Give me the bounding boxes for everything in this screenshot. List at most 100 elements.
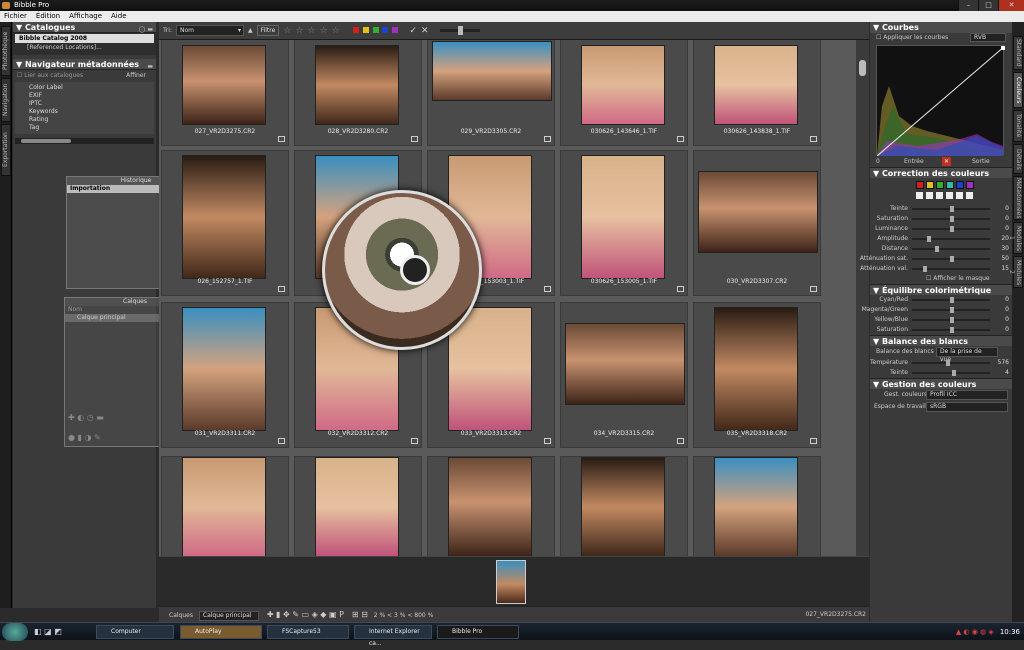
layer-tools[interactable]: ✚ ◐ ◷ ▬ — [68, 413, 104, 422]
slider-knob[interactable] — [950, 317, 954, 323]
menu-help[interactable]: Aide — [111, 11, 126, 22]
layer-actions[interactable]: ● ▮ ◑ ✎ — [68, 433, 101, 442]
minimize-button[interactable]: – — [958, 0, 978, 11]
thumbnail-edit-icon[interactable] — [677, 136, 684, 142]
thumbnail-cell[interactable]: 028_VR2D3280.CR2 — [294, 40, 422, 146]
color-management-header[interactable]: ▼ Gestion des couleurs — [870, 378, 1012, 389]
check-icon[interactable]: ✓ — [409, 26, 417, 36]
color-swatch-blank[interactable] — [966, 192, 973, 199]
catalogs-header[interactable]: ▼ Catalogues ◯ ▬ — [13, 22, 156, 33]
color-swatch-blank[interactable] — [926, 192, 933, 199]
slider-knob[interactable] — [923, 266, 928, 272]
tab-metadata[interactable]: Métadonnées — [1013, 176, 1023, 220]
menu-edit[interactable]: Édition — [36, 11, 60, 22]
color-correction-header[interactable]: ▼ Correction des couleurs — [870, 167, 1012, 178]
catalog-item[interactable]: Bibble Catalog 2008 — [15, 34, 154, 43]
slider-knob[interactable] — [458, 26, 464, 35]
thumbnail-cell[interactable]: 026_152757_1.TIF — [161, 150, 289, 296]
color-swatch[interactable] — [916, 181, 924, 189]
metadata-item[interactable]: IPTC — [15, 100, 154, 108]
slider-track[interactable] — [912, 238, 990, 240]
reject-icon[interactable]: ✕ — [421, 26, 429, 36]
thumbnail-edit-icon[interactable] — [810, 136, 817, 142]
thumbnail-cell[interactable] — [161, 456, 289, 556]
thumbnail-edit-icon[interactable] — [677, 438, 684, 444]
color-swatch-blank[interactable] — [916, 192, 923, 199]
slider-knob[interactable] — [934, 246, 939, 252]
sort-select[interactable]: Nom ▾ — [175, 25, 244, 36]
tab-colors[interactable]: Couleurs — [1013, 72, 1023, 108]
thumbnail-cell[interactable] — [294, 456, 422, 556]
tab-modules-2[interactable]: Modules 2 — [1008, 256, 1023, 288]
layer-tool-icons[interactable]: ✚ ▮ ✥ ✎ ▭ ◈ ◆ ▣ P — [267, 610, 344, 619]
slider-knob[interactable] — [950, 307, 954, 313]
slider-knob[interactable] — [950, 327, 954, 333]
color-label-blue[interactable] — [382, 26, 389, 33]
thumbnail-edit-icon[interactable] — [278, 286, 285, 292]
thumbnail-cell[interactable]: 030626_143838_1.TIF — [693, 40, 821, 146]
rating-star-icon[interactable]: ☆ — [295, 26, 303, 36]
slider-knob[interactable] — [950, 216, 954, 222]
profile-select[interactable]: Profil ICC — [926, 390, 1008, 400]
reset-curve-icon[interactable]: ✕ — [942, 157, 951, 166]
thumbnail-cell[interactable]: 029_VR2D3305.CR2 — [427, 40, 555, 146]
thumbnail-edit-icon[interactable] — [411, 136, 418, 142]
thumbnail-image[interactable] — [714, 45, 798, 125]
metadata-scrollbar[interactable] — [15, 138, 154, 144]
thumbnail-cell[interactable]: 027_VR2D3275.CR2 — [161, 40, 289, 146]
thumbnail-image[interactable] — [315, 457, 399, 556]
thumbnail-image[interactable] — [714, 457, 798, 556]
metadata-header[interactable]: ▼ Navigateur métadonnées ▬ — [13, 59, 156, 70]
zoom-icons[interactable]: ⊞ ⊟ — [352, 610, 368, 619]
color-swatch[interactable] — [956, 181, 964, 189]
tab-export[interactable]: Exportation — [1, 124, 11, 176]
slider-knob[interactable] — [950, 226, 954, 232]
metadata-item[interactable]: Tag — [15, 124, 154, 132]
rating-star-icon[interactable]: ☆ — [307, 26, 315, 36]
filmstrip-thumbnail[interactable] — [496, 560, 526, 604]
thumbnail-edit-icon[interactable] — [278, 438, 285, 444]
slider-knob[interactable] — [950, 206, 954, 212]
rating-star-icon[interactable]: ☆ — [283, 26, 291, 36]
thumbnail-cell[interactable]: 030_VR2D3307.CR2 — [693, 150, 821, 296]
slider-track[interactable] — [912, 362, 990, 364]
metadata-item[interactable]: EXIF — [15, 92, 154, 100]
channel-select[interactable]: RVB — [970, 33, 1006, 42]
thumbnail-image[interactable] — [565, 323, 685, 405]
thumbnail-image[interactable] — [698, 171, 818, 253]
color-swatch-blank[interactable] — [946, 192, 953, 199]
curves-header[interactable]: ▼ Courbes — [870, 22, 1012, 33]
sort-direction-icon[interactable]: ▲ — [248, 27, 253, 34]
tab-details[interactable]: Détails — [1013, 144, 1023, 174]
metadata-item[interactable]: Rating — [15, 116, 154, 124]
thumbnail-cell[interactable]: 030626_153005_1.TIF — [560, 150, 688, 296]
thumbnail-edit-icon[interactable] — [810, 286, 817, 292]
color-swatch[interactable] — [946, 181, 954, 189]
thumbnail-image[interactable] — [448, 457, 532, 556]
tab-library[interactable]: Photothèque — [1, 26, 11, 76]
scroll-thumb[interactable] — [21, 139, 71, 143]
quick-launch-icons[interactable]: ◧ ◪ ◩ — [34, 627, 62, 636]
metadata-item[interactable]: Keywords — [15, 108, 154, 116]
filter-button[interactable]: Filtre — [256, 25, 280, 36]
tab-tone[interactable]: Tonalité — [1013, 110, 1023, 142]
thumbnail-edit-icon[interactable] — [544, 286, 551, 292]
color-swatch-blank[interactable] — [936, 192, 943, 199]
show-mask-option[interactable]: ☐ Afficher le masque — [870, 274, 1012, 284]
layer-select[interactable]: Calque principal — [198, 610, 259, 621]
tab-standard[interactable]: Standard — [1013, 36, 1023, 70]
color-swatch-blank[interactable] — [956, 192, 963, 199]
taskbar-item-ie[interactable]: Internet Explorer ca... — [354, 625, 432, 647]
curves-graph[interactable] — [876, 45, 1006, 157]
thumbnail-image[interactable] — [448, 307, 532, 431]
thumbnail-edit-icon[interactable] — [677, 286, 684, 292]
taskbar-item-computer[interactable]: Computer — [96, 625, 174, 639]
link-catalogs-option[interactable]: ☐ Lier aux catalogues Affiner — [13, 70, 156, 82]
color-label-yellow[interactable] — [362, 26, 369, 33]
thumbnail-image[interactable] — [581, 155, 665, 279]
color-swatch[interactable] — [926, 181, 934, 189]
slider-track[interactable] — [912, 248, 990, 250]
thumbnail-cell[interactable]: 030626_143646_1.TIF — [560, 40, 688, 146]
slider-knob[interactable] — [950, 297, 954, 303]
maximize-button[interactable]: □ — [978, 0, 998, 11]
